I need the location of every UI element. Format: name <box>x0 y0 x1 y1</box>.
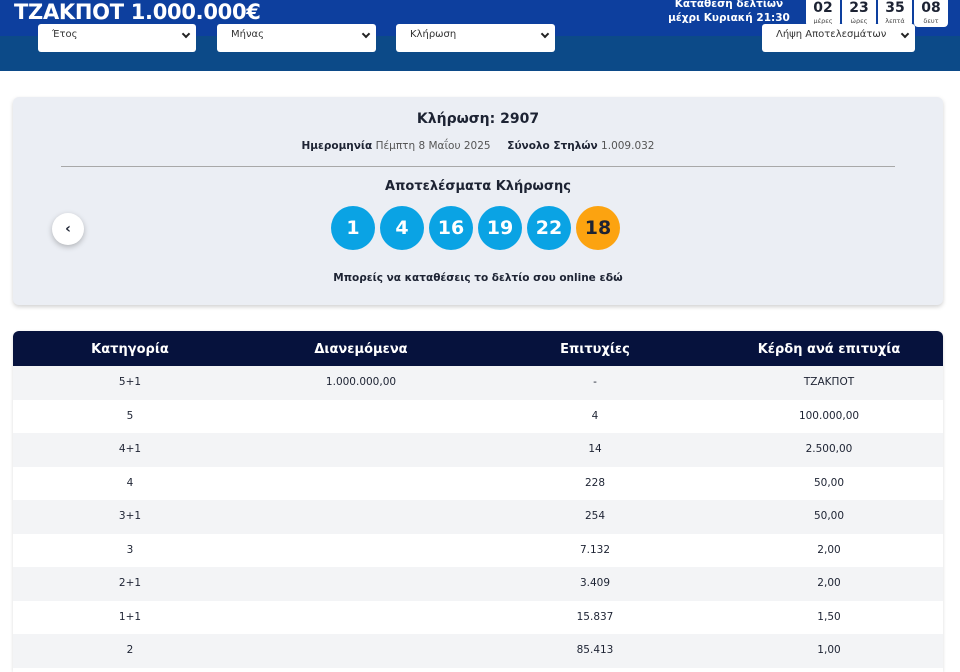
draw-results-card: Κλήρωση: 2907 Ημερομηνία Πέμπτη 8 Μαΐου … <box>13 97 943 305</box>
cell-distributed <box>247 634 475 668</box>
table-row: 5 4 100.000,00 <box>13 399 943 434</box>
cell-category: 4+1 <box>118 443 142 455</box>
draw-select[interactable]: Κλήρωση <box>396 24 555 52</box>
chevron-down-icon <box>540 29 550 39</box>
draw-date-value: Πέμπτη 8 Μαΐου 2025 <box>375 140 491 152</box>
column-header-prize-per-winner: Κέρδη ανά επιτυχία <box>757 342 901 357</box>
column-header-winners: Επιτυχίες <box>560 342 630 357</box>
winning-number-ball: 19 <box>478 206 522 250</box>
cell-prize: 100.000,00 <box>798 409 860 422</box>
online-submit-link[interactable]: εδώ <box>599 271 622 284</box>
countdown-days-value: 02 <box>813 0 833 16</box>
cell-prize: 2,00 <box>817 543 841 556</box>
table-row: 4+1 14 2.500,00 <box>13 433 943 467</box>
cell-winners: 7.132 <box>579 543 611 556</box>
cell-distributed: 1.000.000,00 <box>325 376 397 388</box>
month-select[interactable]: Μήνας <box>217 24 376 52</box>
cell-prize: 50,00 <box>813 476 845 489</box>
cell-category: 5 <box>126 409 134 422</box>
draw-select-label: Κλήρωση <box>410 29 457 40</box>
countdown-minutes-value: 35 <box>885 0 905 16</box>
winning-numbers: 1 4 16 19 22 18 <box>331 206 620 250</box>
cell-category: 4 <box>126 476 134 489</box>
online-note: Μπορείς να καταθέσεις το δελτίο σου onli… <box>13 271 943 284</box>
cell-winners: 14 <box>588 443 602 455</box>
countdown-seconds-unit: δευτ <box>923 17 939 25</box>
countdown-hours-value: 23 <box>849 0 869 16</box>
table-body: 5+1 1.000.000,00 - ΤΖΑΚΠΟΤ 5 4 100.000,0… <box>13 366 943 668</box>
cell-winners: - <box>593 376 597 388</box>
winning-number-ball: 16 <box>429 206 473 250</box>
table-row: 3 7.132 2,00 <box>13 533 943 568</box>
cell-prize: 1,00 <box>817 644 841 656</box>
winning-number-ball: 1 <box>331 206 375 250</box>
countdown-seconds-value: 08 <box>921 0 941 16</box>
total-columns-value: 1.009.032 <box>601 140 655 152</box>
deadline-text: Κατάθεση δελτίων μέχρι Κυριακή 21:30 <box>664 0 794 25</box>
cell-distributed <box>247 601 475 635</box>
cell-distributed <box>247 433 475 467</box>
online-note-text: Μπορείς να καταθέσεις το δελτίο σου onli… <box>333 272 596 284</box>
column-header-distributed: Διανεμόμενα <box>314 342 408 357</box>
cell-winners: 85.413 <box>576 644 614 656</box>
cell-category: 2 <box>126 644 134 656</box>
draw-title: Κλήρωση: 2907 <box>416 111 540 127</box>
countdown-hours: 23 ώρες <box>842 0 876 27</box>
jackpot-banner: ΤΖΑΚΠΟΤ 1.000.000€ <box>14 0 261 24</box>
cell-category: 5+1 <box>118 376 142 388</box>
deadline-line-2: μέχρι Κυριακή 21:30 <box>668 12 790 24</box>
cell-winners: 15.837 <box>576 610 614 623</box>
year-select-label: Έτος <box>52 29 78 40</box>
cell-winners: 3.409 <box>579 577 611 589</box>
winning-number-ball: 4 <box>380 206 424 250</box>
bonus-number-ball: 18 <box>576 206 620 250</box>
countdown-days: 02 μέρες <box>806 0 840 27</box>
chevron-left-icon: ‹ <box>65 221 71 237</box>
table-row: 1+1 15.837 1,50 <box>13 600 943 635</box>
cell-distributed <box>247 567 475 601</box>
prize-table: Κατηγορία Διανεμόμενα Επιτυχίες Κέρδη αν… <box>13 331 943 672</box>
chevron-down-icon <box>181 29 191 39</box>
card-divider <box>61 166 895 167</box>
cell-prize: 2,00 <box>817 577 841 589</box>
cell-winners: 228 <box>584 476 606 489</box>
cell-prize: ΤΖΑΚΠΟΤ <box>803 376 855 388</box>
cell-distributed <box>247 500 475 534</box>
chevron-down-icon <box>361 29 371 39</box>
deadline-line-1: Κατάθεση δελτίων <box>674 0 784 10</box>
table-row: 2 85.413 1,00 <box>13 634 943 668</box>
results-title: Αποτελέσματα Κλήρωσης <box>385 179 571 194</box>
countdown-minutes: 35 λεπτά <box>878 0 912 27</box>
cell-prize: 50,00 <box>813 510 845 522</box>
countdown-seconds: 08 δευτ <box>914 0 948 27</box>
winning-number-ball: 22 <box>527 206 571 250</box>
cell-category: 3 <box>126 543 134 556</box>
cell-category: 1+1 <box>118 610 142 623</box>
column-header-category: Κατηγορία <box>91 342 169 357</box>
cell-winners: 254 <box>584 510 606 522</box>
year-select[interactable]: Έτος <box>38 24 196 52</box>
cell-distributed <box>247 534 475 568</box>
chevron-down-icon <box>900 29 910 39</box>
cell-distributed <box>247 400 475 434</box>
cell-category: 3+1 <box>118 510 142 522</box>
cell-category: 2+1 <box>118 577 142 589</box>
month-select-label: Μήνας <box>231 29 265 40</box>
previous-draw-button[interactable]: ‹ <box>52 213 84 245</box>
cell-distributed <box>247 467 475 501</box>
draw-date-label: Ημερομηνία <box>301 140 373 152</box>
table-row: 3+1 254 50,00 <box>13 500 943 534</box>
table-row: 5+1 1.000.000,00 - ΤΖΑΚΠΟΤ <box>13 366 943 400</box>
cell-winners: 4 <box>591 409 599 422</box>
download-results-select[interactable]: Λήψη Αποτελεσμάτων <box>762 24 915 52</box>
download-results-label: Λήψη Αποτελεσμάτων <box>776 29 887 40</box>
cell-prize: 2.500,00 <box>805 443 853 455</box>
total-columns-label: Σύνολο Στηλών <box>507 140 598 152</box>
table-header: Κατηγορία Διανεμόμενα Επιτυχίες Κέρδη αν… <box>13 331 943 366</box>
draw-meta: Ημερομηνία Πέμπτη 8 Μαΐου 2025 Σύνολο Στ… <box>13 140 943 152</box>
cell-prize: 1,50 <box>817 610 841 623</box>
table-row: 4 228 50,00 <box>13 466 943 501</box>
site-header: ΤΖΑΚΠΟΤ 1.000.000€ Κατάθεση δελτίων μέχρ… <box>0 0 960 71</box>
table-row: 2+1 3.409 2,00 <box>13 567 943 601</box>
